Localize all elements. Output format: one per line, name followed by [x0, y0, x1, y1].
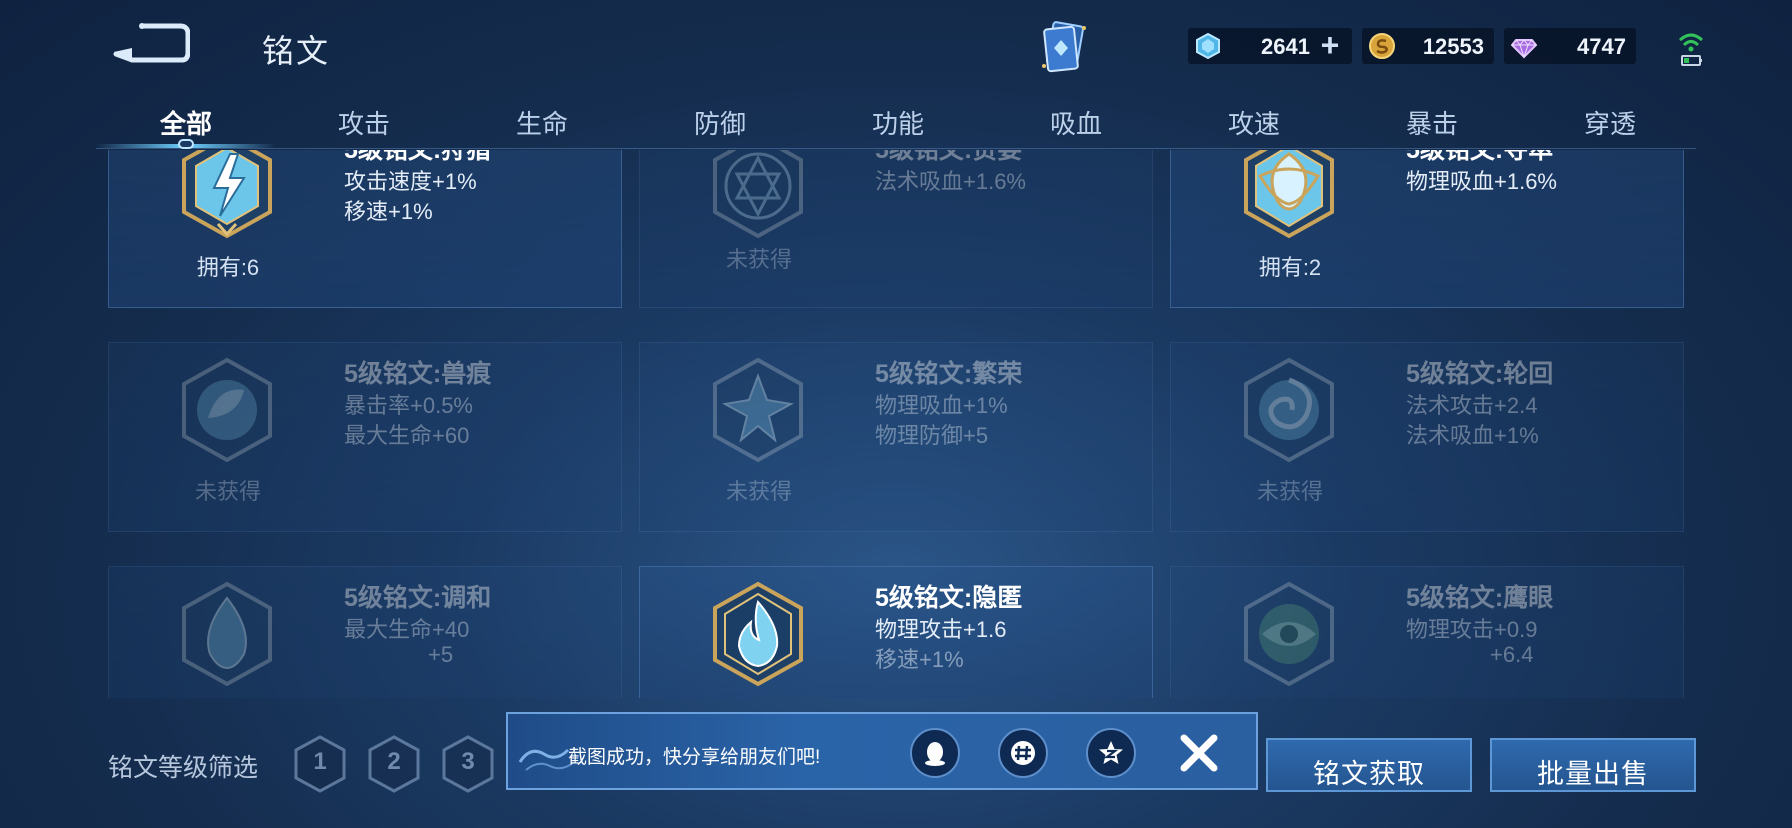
tab-lifesteal[interactable]: 吸血 [1016, 104, 1136, 141]
rune-grid: 5级铭文:狩猎 攻击速度+1% 移速+1% 拥有:6 5级铭文:贪婪 法术吸血+… [108, 150, 1684, 698]
gold-value: 12553 [1422, 34, 1484, 59]
rune-attr: 物理吸血+1.6% [1406, 169, 1557, 194]
screenshot-share-toast: 截图成功，快分享给朋友们吧! [506, 712, 1258, 790]
purple-gem-icon [1510, 39, 1538, 59]
tab-attack-speed[interactable]: 攻速 [1194, 104, 1314, 141]
gold-coin-icon [1369, 33, 1395, 59]
diamond-value: 2641 [1261, 34, 1310, 59]
rune-attr: 攻击速度+1% [344, 169, 477, 194]
rune-attr: 移速+1% [344, 199, 433, 224]
top-bar: 铭文 2641 + 12553 4747 [0, 0, 1792, 90]
share-wechat-button[interactable] [998, 728, 1048, 778]
rune-lightning-icon [182, 150, 272, 239]
tab-defense[interactable]: 防御 [660, 104, 780, 141]
rune-leaf-icon [182, 357, 272, 463]
back-arrow-icon[interactable] [112, 22, 190, 66]
tab-all[interactable]: 全部 [126, 104, 246, 141]
gem-currency: 4747 [1504, 28, 1636, 64]
rune-name: 5级铭文:轮回 [1406, 360, 1554, 388]
rune-attr: +5 [428, 642, 454, 667]
rune-card-stealth[interactable]: 5级铭文:隐匿 物理攻击+1.6 移速+1% [639, 566, 1153, 698]
wifi-battery-icon [1678, 33, 1704, 66]
rune-attr: 物理攻击+1.6 [875, 617, 1007, 642]
rune-deck-icon[interactable] [1036, 18, 1094, 78]
qq-penguin-icon [925, 742, 945, 766]
level-filter-3[interactable]: 3 [440, 734, 496, 794]
rune-card-hunt[interactable]: 5级铭文:狩猎 攻击速度+1% 移速+1% 拥有:6 [108, 150, 622, 308]
rune-knot-icon [1244, 150, 1334, 239]
share-qq-button[interactable] [910, 728, 960, 778]
rune-card-plunder[interactable]: 5级铭文:夺萃 物理吸血+1.6% 拥有:2 [1170, 150, 1684, 308]
rune-eye-icon [1244, 581, 1334, 687]
rune-attr: 物理防御+5 [875, 423, 989, 448]
share-qzone-button[interactable] [1086, 728, 1136, 778]
level-number: 2 [387, 748, 401, 775]
rune-name: 5级铭文:隐匿 [875, 584, 1023, 612]
close-icon[interactable] [1176, 730, 1222, 776]
rune-drop-icon [182, 581, 272, 687]
gold-currency: 12553 [1362, 28, 1494, 64]
rune-attr: 最大生命+40 [344, 617, 470, 642]
rune-attr: 法术吸血+1.6% [875, 169, 1026, 194]
rune-attr: 物理吸血+1% [875, 393, 1008, 418]
rune-name: 5级铭文:繁荣 [875, 360, 1023, 388]
rune-attr: 移速+1% [875, 647, 964, 672]
add-diamond-button[interactable]: + [1316, 29, 1344, 61]
hash-tag-icon [1011, 741, 1035, 765]
tab-function[interactable]: 功能 [838, 104, 958, 141]
level-filter-2[interactable]: 2 [366, 734, 422, 794]
tabs-divider [96, 148, 1696, 149]
rune-attr: 最大生命+60 [344, 423, 470, 448]
tab-crit[interactable]: 暴击 [1372, 104, 1492, 141]
not-obtained-label: 未获得 [1256, 479, 1323, 504]
obtain-runes-button[interactable]: 铭文获取 [1266, 738, 1472, 792]
rune-card-greed[interactable]: 5级铭文:贪婪 法术吸血+1.6% 未获得 [639, 150, 1153, 308]
rune-card-prosper[interactable]: 5级铭文:繁荣 物理吸血+1% 物理防御+5 未获得 [639, 342, 1153, 532]
tab-penetration[interactable]: 穿透 [1550, 104, 1670, 141]
rune-name: 5级铭文:鹰眼 [1406, 584, 1554, 612]
rune-attr: 物理攻击+0.9 [1406, 617, 1538, 642]
rune-attr: 法术吸血+1% [1406, 423, 1539, 448]
bulk-sell-button[interactable]: 批量出售 [1490, 738, 1696, 792]
diamond-currency: 2641 + [1188, 28, 1352, 64]
rune-attr: 暴击率+0.5% [344, 393, 473, 418]
tab-health[interactable]: 生命 [482, 104, 602, 141]
rune-star-icon [713, 150, 803, 239]
rune-crest-icon [713, 357, 803, 463]
owned-count: 拥有:6 [196, 255, 260, 280]
bulk-sell-label: 批量出售 [1537, 759, 1649, 789]
not-obtained-label: 未获得 [194, 479, 261, 504]
not-obtained-label: 未获得 [725, 479, 792, 504]
qzone-star-icon [1099, 741, 1123, 764]
rune-name: 5级铭文:兽痕 [344, 360, 492, 388]
rune-card-cycle[interactable]: 5级铭文:轮回 法术攻击+2.4 法术吸血+1% 未获得 [1170, 342, 1684, 532]
rune-card-harmony[interactable]: 5级铭文:调和 最大生命+40 +5 [108, 566, 622, 698]
rune-card-hawkeye[interactable]: 5级铭文:鹰眼 物理攻击+0.9 +6.4 [1170, 566, 1684, 698]
level-number: 1 [313, 748, 327, 775]
rune-card-beastmark[interactable]: 5级铭文:兽痕 暴击率+0.5% 最大生命+60 未获得 [108, 342, 622, 532]
level-filter-1[interactable]: 1 [292, 734, 348, 794]
toast-message: 截图成功，快分享给朋友们吧! [568, 747, 821, 768]
owned-count: 拥有:2 [1258, 255, 1322, 280]
obtain-runes-label: 铭文获取 [1313, 759, 1425, 789]
rune-name: 5级铭文:调和 [344, 584, 492, 612]
rune-flame-icon [713, 581, 803, 687]
tab-attack[interactable]: 攻击 [304, 104, 424, 141]
rune-attr: +6.4 [1490, 642, 1534, 667]
rune-attr: 法术攻击+2.4 [1406, 393, 1538, 418]
not-obtained-label: 未获得 [725, 247, 792, 272]
page-title: 铭文 [262, 33, 331, 69]
gem-value: 4747 [1577, 34, 1626, 59]
level-filter-label: 铭文等级筛选 [108, 754, 259, 782]
diamond-icon [1196, 32, 1220, 60]
level-number: 3 [461, 748, 475, 775]
category-tabs: 全部 攻击 生命 防御 功能 吸血 攻速 暴击 穿透 [96, 96, 1696, 152]
rune-swirl-icon [1244, 357, 1334, 463]
